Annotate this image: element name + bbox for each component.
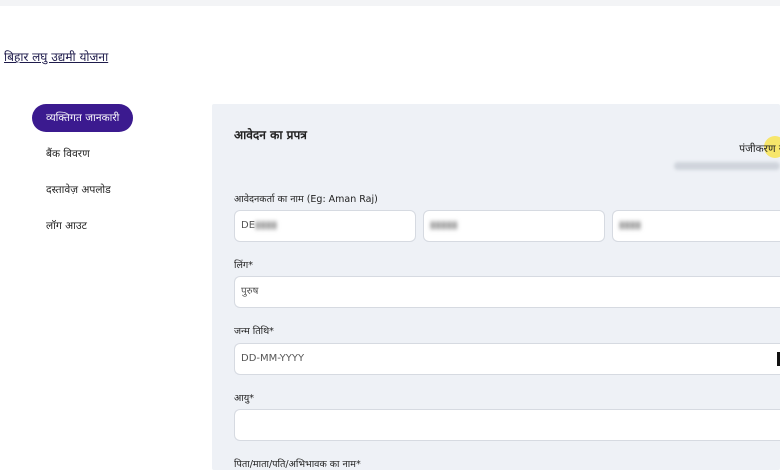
sidebar-item-document-upload[interactable]: दस्तावेज़ अपलोड <box>32 176 202 204</box>
form-title: आवेदन का प्रपत्र <box>234 128 307 142</box>
application-form-panel: आवेदन का प्रपत्र पंजीकरण सं आवेदनकर्ता क… <box>212 104 780 470</box>
gender-label: लिंग* <box>234 260 254 271</box>
registration-number-redacted <box>674 162 780 170</box>
redacted-text: ▮▮▮▮ <box>255 220 278 231</box>
sidebar-item-personal-info[interactable]: व्यक्तिगत जानकारी <box>32 104 134 132</box>
dob-input[interactable]: DD-MM-YYYY <box>234 343 780 375</box>
sidebar: व्यक्तिगत जानकारी बैंक विवरण दस्तावेज़ अ… <box>32 104 202 248</box>
first-name-input[interactable]: DE▮▮▮▮ <box>234 210 416 242</box>
sidebar-item-bank-details[interactable]: बैंक विवरण <box>32 140 202 168</box>
sidebar-item-logout[interactable]: लॉग आउट <box>32 212 202 240</box>
name-label: आवेदनकर्ता का नाम (Eg: Aman Raj) <box>234 194 378 205</box>
brand-link[interactable]: बिहार लघु उद्यमी योजना <box>4 48 108 65</box>
gender-value: पुरुष <box>241 286 259 297</box>
dob-label: जन्म तिथि* <box>234 326 274 337</box>
top-bar <box>0 0 780 6</box>
redacted-text: ▮▮▮▮ <box>619 220 642 231</box>
middle-name-input[interactable]: ▮▮▮▮▮ <box>423 210 605 242</box>
redacted-text: ▮▮▮▮▮ <box>430 220 458 231</box>
first-name-value: DE <box>241 220 256 231</box>
age-input[interactable] <box>234 409 780 441</box>
guardian-name-label: पिता/माता/पति/अभिभावक का नाम* <box>234 459 361 470</box>
age-label: आयु* <box>234 393 254 404</box>
gender-select[interactable]: पुरुष <box>234 276 780 308</box>
registration-label: पंजीकरण सं <box>739 143 780 155</box>
dob-placeholder: DD-MM-YYYY <box>241 353 305 364</box>
last-name-input[interactable]: ▮▮▮▮ <box>612 210 780 242</box>
